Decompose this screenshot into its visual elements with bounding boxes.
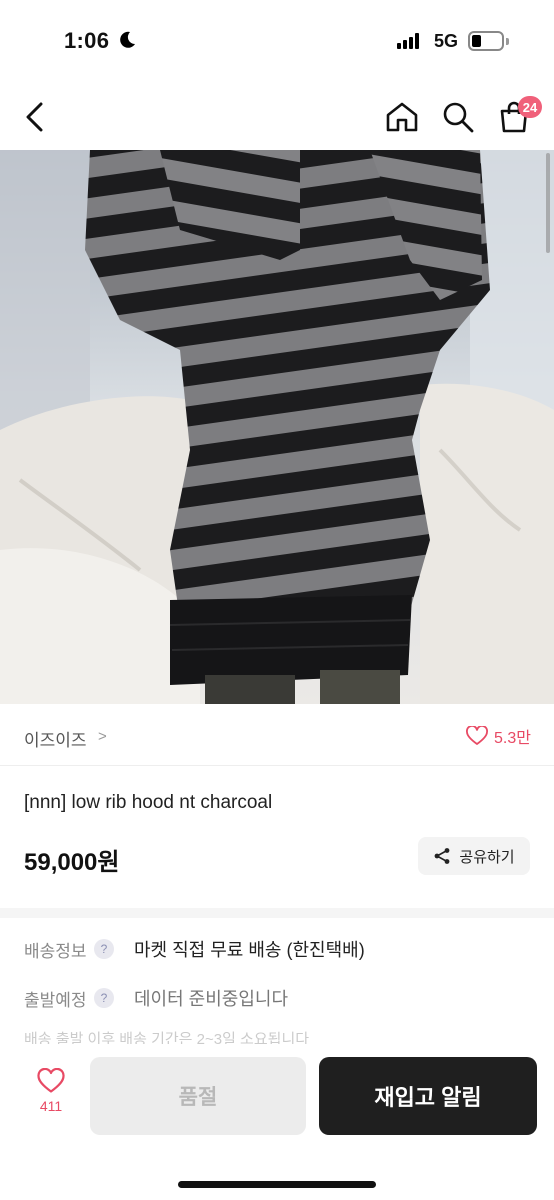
product-image[interactable] [0,150,554,704]
bottom-action-bar: 411 품절 재입고 알림 [0,1044,554,1200]
help-icon[interactable]: ? [94,988,114,1008]
status-bar: 1:06 5G [0,0,554,84]
home-indicator [178,1181,376,1188]
cart-count-badge: 24 [518,96,542,118]
battery-icon [468,31,504,51]
network-label: 5G [434,31,459,51]
share-icon [434,848,450,864]
product-price: 59,000원 [24,849,120,876]
departure-label: 출발예정 [24,990,87,1010]
soldout-button: 품절 [90,1057,306,1135]
wishlist-count: 411 [39,1098,63,1114]
search-icon [443,102,474,133]
heart-outline-icon [466,726,488,745]
scroll-indicator [546,153,550,253]
signal-icon [397,33,423,49]
restock-alert-button[interactable]: 재입고 알림 [319,1057,537,1135]
chevron-right-icon: > [98,728,107,745]
like-count: 5.3만 [494,730,531,747]
share-button[interactable]: 공유하기 [418,837,530,875]
shop-like-button[interactable]: 5.3만 [466,724,531,748]
shipping-info-value: 마켓 직접 무료 배송 (한진택배) [134,940,365,960]
nav-bar [0,84,554,150]
departure-info-row: 출발예정 ? 데이터 준비중입니다 [24,983,288,1013]
share-label: 공유하기 [459,848,515,866]
shop-name-link[interactable]: 이즈이즈 [24,726,87,751]
shipping-info-label: 배송정보 [24,941,87,961]
product-photo [0,150,554,704]
home-button[interactable] [380,84,424,150]
help-icon[interactable]: ? [94,939,114,959]
chevron-left-icon [26,102,43,132]
back-button[interactable] [14,84,54,150]
home-icon [386,102,418,132]
status-time: 1:06 [64,28,110,53]
search-button[interactable] [436,84,480,150]
heart-outline-icon [37,1068,65,1093]
shipping-note: 배송 출발 이후 배송 기간은 2~3일 소요됩니다 [24,1031,310,1044]
product-name: [nnn] low rib hood nt charcoal [24,792,273,813]
battery-cap [506,38,509,45]
wishlist-button[interactable]: 411 [20,1068,82,1128]
section-divider [0,908,554,918]
departure-value: 데이터 준비중입니다 [134,989,289,1009]
shop-row: 이즈이즈 > 5.3만 [0,704,554,766]
moon-icon [120,31,135,48]
shipping-info-row: 배송정보 ? 마켓 직접 무료 배송 (한진택배) [24,934,365,964]
